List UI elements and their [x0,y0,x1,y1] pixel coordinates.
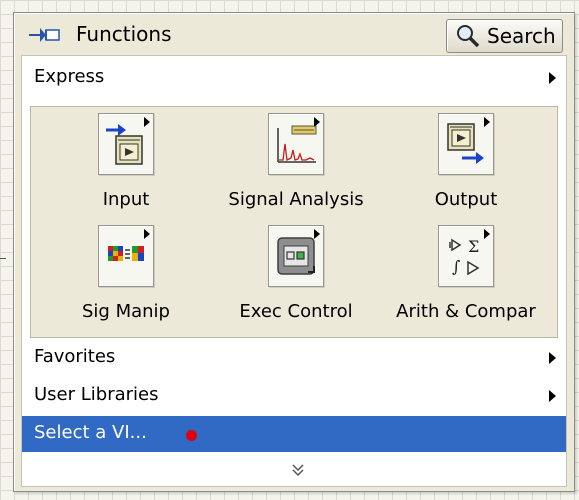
submenu-arrow-icon [484,117,490,127]
sig-manip-icon [108,246,144,261]
menu-item-label: Express [34,66,105,87]
category-arith-compar[interactable]: Σ ∫ Arith & Compar [381,225,551,335]
category-tile [98,225,154,287]
search-button-label: Search [487,24,556,48]
category-signal-analysis[interactable]: Signal Analysis [211,113,381,223]
input-icon [106,124,143,165]
menu-item-label: Favorites [34,346,116,367]
submenu-arrow-icon [549,72,556,84]
submenu-arrow-icon [144,229,150,239]
menu-item-label: Select a VI... [34,422,147,443]
submenu-arrow-icon [144,117,150,127]
thumbtack-icon[interactable] [28,25,62,45]
submenu-arrow-icon [314,229,320,239]
exec-control-icon [277,237,315,275]
output-icon [447,123,484,164]
magnifier-icon [457,25,480,48]
submenu-arrow-icon [549,352,556,364]
express-category-panel: Input Signal Analysis Output Sig Manip E… [30,106,558,338]
category-label: Output [434,189,498,210]
search-button[interactable]: Search [446,19,563,53]
submenu-arrow-icon [549,390,556,402]
svg-text:Σ: Σ [468,237,479,256]
submenu-arrow-icon [314,117,320,127]
submenu-arrow-icon [484,229,490,239]
signal-analysis-icon [277,125,317,163]
palette-title: Functions [76,22,172,46]
category-tile: Σ ∫ [438,225,494,287]
category-tile [268,225,324,287]
palette-menu: Express Input Signal Analysis Output Sig… [21,55,567,487]
category-sig-manip[interactable]: Sig Manip [41,225,211,335]
menu-item-select-a-vi[interactable]: Select a VI... [22,416,566,452]
category-tile [438,113,494,175]
menu-item-label: User Libraries [34,384,159,405]
expand-chevron-icon[interactable] [290,462,306,478]
svg-text:∫: ∫ [452,257,460,276]
functions-palette: Functions Search Express Input Signal An… [13,12,575,492]
category-label: Arith & Compar [396,301,536,322]
cursor-dot-icon [186,430,197,441]
category-input[interactable]: Input [41,113,211,223]
category-exec-control[interactable]: Exec Control [211,225,381,335]
background-tick-mark [0,258,6,259]
menu-item-favorites[interactable]: Favorites [22,340,566,376]
menu-item-express[interactable]: Express [22,60,566,96]
category-output[interactable]: Output [381,113,551,223]
category-tile [98,113,154,175]
palette-titlebar: Functions Search [14,13,574,57]
category-tile [268,113,324,175]
arith-compar-icon: Σ ∫ [449,237,480,276]
menu-item-user-libraries[interactable]: User Libraries [22,378,566,414]
